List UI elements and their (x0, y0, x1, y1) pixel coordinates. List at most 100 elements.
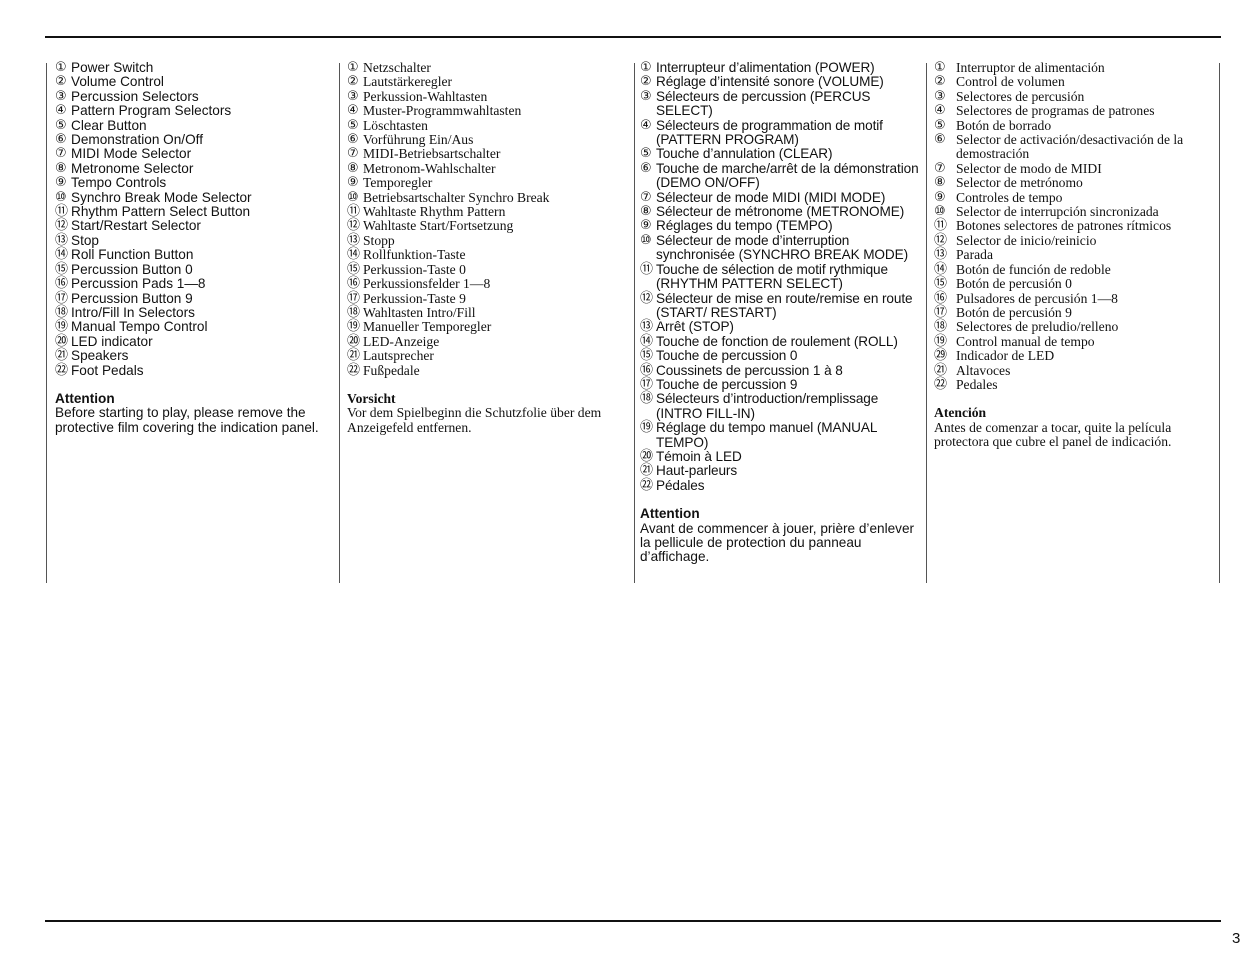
item-label: Coussinets de percussion 1 à 8 (656, 362, 843, 378)
item-number-marker: ㉑ (347, 348, 361, 364)
list-item: ⑤ Touche d’annulation (CLEAR) (640, 146, 925, 162)
item-label: Controles de tempo (956, 189, 1063, 205)
item-number-marker: ㉑ (55, 348, 69, 364)
list-item: ⑯ Pulsadores de percusión 1—8 (934, 291, 1218, 306)
list-item: ⑧ Metronome Selector (55, 161, 335, 176)
item-label: Touche d’annulation (CLEAR) (656, 146, 833, 162)
item-number-marker: ⑱ (934, 319, 948, 335)
list-item: ⑩ Sélecteur de mode d’interruption synchr… (640, 233, 925, 263)
item-number-marker: ⑨ (55, 175, 67, 191)
list-item: ⑭ Roll Function Button (55, 247, 335, 263)
item-label: Temporegler (363, 175, 433, 191)
note-title: Atención (934, 405, 987, 421)
item-label: Selectores de percusión (956, 88, 1085, 104)
item-label: Selector de inicio/reinicio (956, 232, 1097, 248)
list-item: ⑱ Selectores de preludio/relleno (934, 319, 1218, 335)
item-label: Roll Function Button (71, 247, 194, 263)
list-item: ⑭ Touche de fonction de roulement (ROLL) (640, 334, 925, 349)
item-number-marker: ⑳ (347, 333, 361, 349)
item-label: Wahltaste Rhythm Pattern (363, 204, 506, 220)
list-item: ㉒ Fußpedale (347, 363, 627, 378)
item-number-marker: ⑨ (934, 189, 946, 205)
item-label: Demonstration On/Off (71, 132, 203, 148)
list-item: ⑯ Coussinets de percussion 1 à 8 (640, 362, 925, 378)
item-label: Interrupteur d’alimentation (POWER) (656, 60, 875, 75)
list-item: ⑪ Touche de sélection de motif rythmique … (640, 262, 925, 292)
item-number-marker: ⑥ (347, 132, 359, 148)
item-label: MIDI Mode Selector (71, 146, 192, 162)
item-label: Manueller Temporegler (363, 319, 492, 335)
note-body: Before starting to play, please remove t… (55, 405, 319, 435)
item-label: Haut-parleurs (656, 463, 738, 479)
attention-note: Atención Antes de comenzar a tocar, quit… (934, 405, 1218, 450)
list-item: ③ Sélecteurs de percussion (PERCUS SELECT… (640, 89, 925, 119)
list-item: ② Volume Control (55, 74, 335, 89)
list-item: ⑮ Perkussion-Taste 0 (347, 262, 627, 277)
list-item: ㉑ Haut-parleurs (640, 463, 925, 479)
attention-note: Attention Before starting to play, pleas… (55, 390, 335, 435)
list-item: ㉑ Speakers (55, 348, 335, 364)
column-divider (634, 63, 635, 583)
item-number-marker: ⑤ (934, 117, 946, 133)
item-label: Perkussion-Wahltasten (363, 88, 488, 104)
column-divider (926, 63, 927, 583)
item-label: Botones selectores de patrones rítmicos (956, 218, 1172, 234)
list-item: ⑬ Parada (934, 247, 1218, 262)
item-label: Selector de activación/desactivación de … (956, 132, 1184, 162)
bottom-rule (45, 920, 1221, 922)
list-item: ③ Perkussion-Wahltasten (347, 88, 627, 104)
parts-list: ① Interrupteur d’alimentation (POWER) ② Rég… (640, 60, 925, 493)
list-item: ⑬ Stopp (347, 232, 627, 248)
item-number-marker: ⑮ (55, 261, 69, 277)
item-number-marker: ⑮ (640, 348, 654, 364)
list-item: ⑧ Metronom-Wahlschalter (347, 161, 627, 176)
item-number-marker: ⑰ (934, 304, 948, 320)
list-item: ⑰ Botón de percusión 9 (934, 304, 1218, 320)
item-label: Pédales (656, 477, 705, 493)
item-number-marker: ㉙ (934, 348, 948, 364)
item-label: Stopp (363, 232, 395, 248)
note-title: Attention (55, 390, 115, 406)
list-item: ⑪ Wahltaste Rhythm Pattern (347, 204, 627, 220)
english-column: ① Power Switch ② Volume Control ③ Percussion … (55, 60, 335, 435)
item-number-marker: ⑫ (934, 232, 948, 248)
item-number-marker: ③ (934, 88, 946, 104)
item-number-marker: ⑲ (934, 333, 948, 349)
item-label: Botón de borrado (956, 117, 1052, 133)
item-label: Rollfunktion-Taste (363, 247, 466, 263)
item-label: Löschtasten (363, 117, 428, 133)
list-item: ⑩ Selector de interrupción sincronizada (934, 204, 1218, 219)
list-item: ⑤ Clear Button (55, 117, 335, 133)
list-item: ㉒ Pédales (640, 477, 925, 493)
item-label: Tempo Controls (71, 175, 167, 191)
note-title: Attention (640, 506, 700, 522)
item-label: Touche de percussion 9 (656, 376, 798, 392)
list-item: ⑥ Touche de marche/arrêt de la démonstrat… (640, 161, 925, 191)
item-number-marker: ⑲ (640, 420, 654, 436)
list-item: ⑭ Botón de función de redoble (934, 262, 1218, 277)
item-number-marker: ⑳ (640, 448, 654, 464)
item-number-marker: ⑤ (55, 117, 67, 133)
item-label: Lautstärkeregler (363, 74, 453, 90)
item-label: Réglage d’intensité sonore (VOLUME) (656, 74, 884, 90)
parts-list: ① Netzschalter ② Lautstärkeregler ③ Perkussio… (347, 60, 627, 378)
list-item: ⑦ Selector de modo de MIDI (934, 161, 1218, 176)
list-item: ⑰ Percussion Button 9 (55, 291, 335, 306)
note-body: Antes de comenzar a tocar, quite la pelí… (934, 419, 1172, 450)
item-number-marker: ⑱ (347, 304, 361, 320)
list-item: ① Interruptor de alimentación (934, 60, 1218, 75)
item-number-marker: ⑱ (640, 391, 654, 407)
item-number-marker: ⑬ (640, 319, 654, 335)
parts-list: ① Power Switch ② Volume Control ③ Percussion … (55, 60, 335, 378)
list-item: ㉒ Pedales (934, 377, 1218, 392)
item-number-marker: ⑩ (347, 189, 359, 205)
item-label: Betriebsartschalter Synchro Break (363, 189, 550, 205)
item-number-marker: ⑧ (934, 175, 946, 191)
item-number-marker: ⑥ (55, 132, 67, 148)
item-number-marker: ⑭ (55, 247, 69, 263)
list-item: ④ Muster-Programmwahltasten (347, 103, 627, 118)
item-number-marker: ㉒ (55, 362, 69, 378)
item-number-marker: ㉑ (640, 463, 654, 479)
item-number-marker: ③ (347, 88, 359, 104)
list-item: ⑲ Manual Tempo Control (55, 319, 335, 334)
